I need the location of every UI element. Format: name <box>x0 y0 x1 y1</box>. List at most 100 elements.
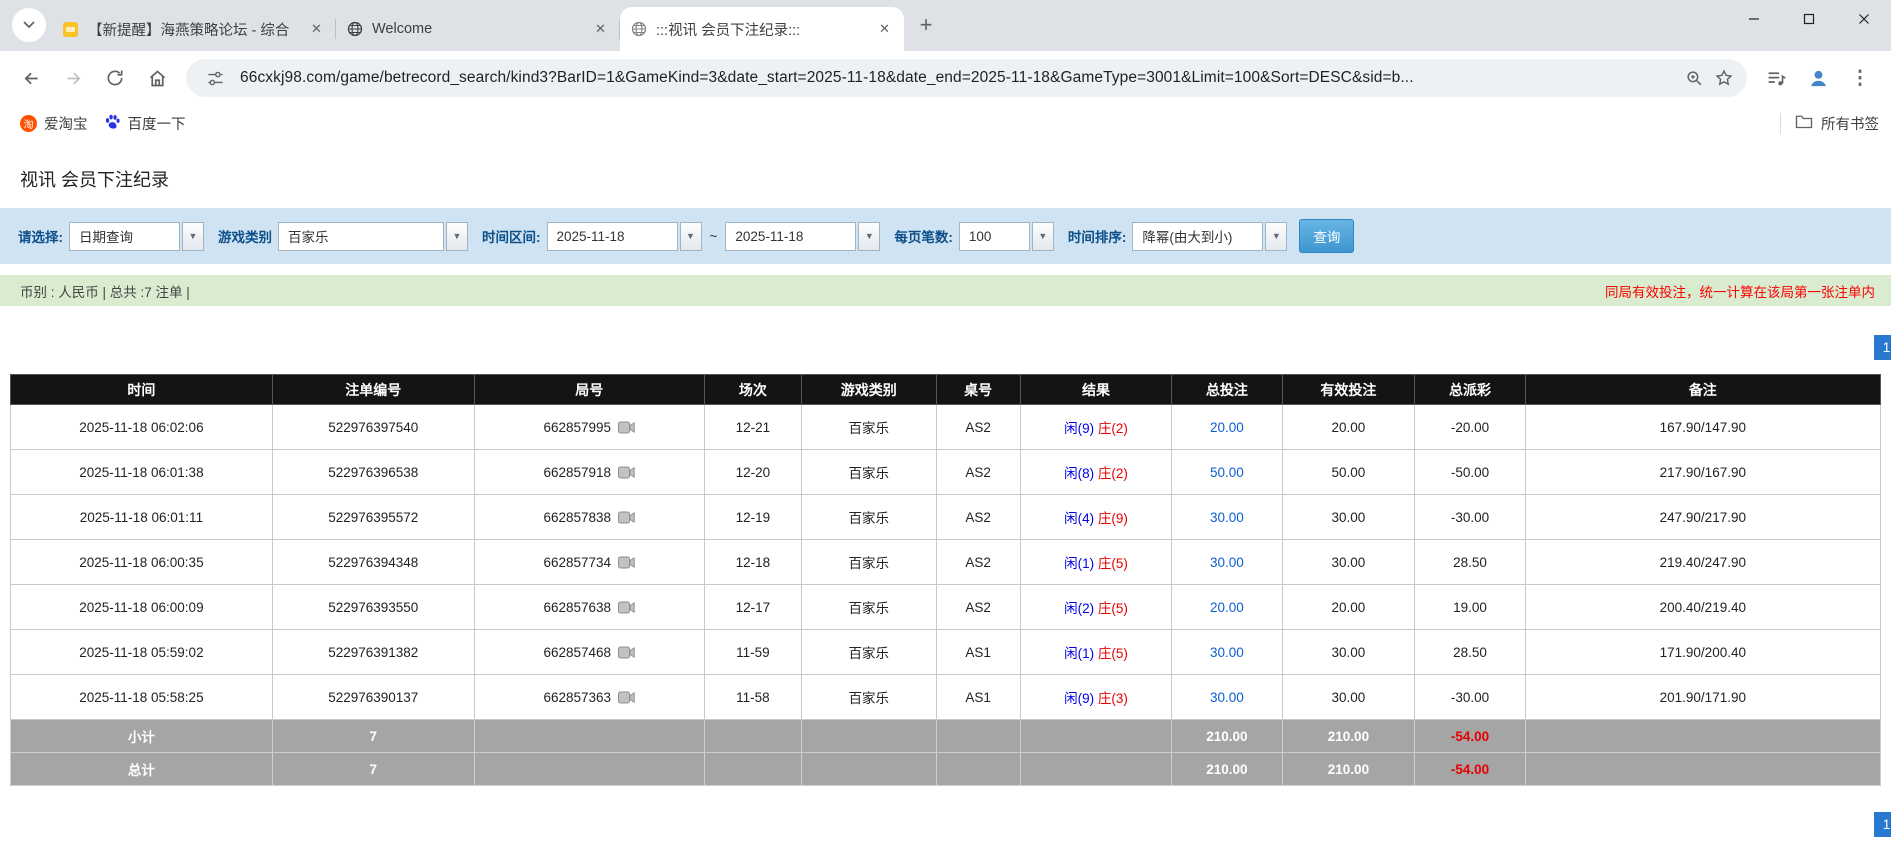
cell-payout: 28.50 <box>1414 629 1526 675</box>
round-id: 662857995 <box>543 419 612 435</box>
tab-title: :::视讯 会员下注纪录::: <box>656 22 801 39</box>
chevron-down-icon[interactable]: ▼ <box>679 221 702 251</box>
profile-avatar-icon[interactable] <box>1799 59 1837 97</box>
cell-table-no: AS2 <box>935 494 1021 540</box>
result-player: 闲(1) <box>1064 646 1095 661</box>
cell-table-no: AS2 <box>935 584 1021 630</box>
video-camera-icon[interactable] <box>618 466 635 479</box>
cell-time: 2025-11-18 06:02:06 <box>10 404 273 450</box>
url-bar[interactable]: 66cxkj98.com/game/betrecord_search/kind3… <box>186 59 1747 97</box>
date-start-combo[interactable]: 2025-11-18 ▼ <box>546 221 702 251</box>
result-player: 闲(4) <box>1064 511 1095 526</box>
reload-icon[interactable] <box>96 59 134 97</box>
sort-value: 降幂(由大到小) <box>1132 221 1264 251</box>
game-type-value: 百家乐 <box>278 221 444 251</box>
close-tab-icon[interactable]: ✕ <box>307 20 326 39</box>
tab-bet-records[interactable]: :::视讯 会员下注纪录::: ✕ <box>620 7 904 51</box>
page-1-button[interactable]: 1 <box>1874 335 1891 360</box>
sort-combo[interactable]: 降幂(由大到小) ▼ <box>1132 221 1288 251</box>
close-tab-icon[interactable]: ✕ <box>875 20 894 39</box>
home-icon[interactable] <box>138 59 176 97</box>
all-bookmarks[interactable]: 所有书签 <box>1780 113 1879 134</box>
chevron-down-icon <box>23 21 35 29</box>
chevron-down-icon[interactable]: ▼ <box>1265 221 1288 251</box>
summary-left: 币别 : 人民币 | 总共 :7 注单 | <box>20 284 190 300</box>
header-time: 时间 <box>10 374 273 405</box>
header-bet-id: 注单编号 <box>271 374 475 405</box>
summary-note: 同局有效投注，统一计算在该局第一张注单内 <box>1605 284 1875 300</box>
table-row: 2025-11-18 06:02:06 522976397540 662857995… <box>10 404 1882 450</box>
cell-session: 12-18 <box>703 539 802 585</box>
cell-game-type: 百家乐 <box>800 674 937 720</box>
chevron-down-icon[interactable]: ▼ <box>446 221 468 251</box>
bookmark-star-icon[interactable] <box>1709 63 1739 93</box>
close-tab-icon[interactable]: ✕ <box>591 20 610 39</box>
pagination-top: 1 <box>0 335 1891 360</box>
total-bet-link[interactable]: 30.00 <box>1210 690 1244 705</box>
browser-menu-icon[interactable]: ⋮ <box>1841 59 1879 97</box>
cell-session: 11-59 <box>703 629 802 675</box>
total-bet-link[interactable]: 20.00 <box>1210 420 1244 435</box>
total-bet-link[interactable]: 30.00 <box>1210 555 1244 570</box>
game-type-combo[interactable]: 百家乐 ▼ <box>278 221 468 251</box>
cell-remark: 247.90/217.90 <box>1524 494 1882 540</box>
date-end-combo[interactable]: 2025-11-18 ▼ <box>725 221 881 251</box>
cell-payout: 28.50 <box>1414 539 1526 585</box>
cell-time: 2025-11-18 05:58:25 <box>10 674 273 720</box>
video-camera-icon[interactable] <box>618 511 635 524</box>
zoom-icon[interactable] <box>1679 63 1709 93</box>
page-size-combo[interactable]: 100 ▼ <box>958 221 1054 251</box>
tab-forum[interactable]: 【新提醒】海燕策略论坛 - 综合 ✕ <box>52 7 336 51</box>
total-bet-link[interactable]: 20.00 <box>1210 600 1244 615</box>
round-id: 662857734 <box>543 554 612 570</box>
tab-welcome[interactable]: Welcome ✕ <box>336 7 620 51</box>
total-bet-link[interactable]: 50.00 <box>1210 465 1244 480</box>
bookmark-baidu[interactable]: 百度一下 <box>96 109 194 138</box>
cell-total-bet: 30.00 <box>1171 629 1283 675</box>
cell-bet-id: 522976391382 <box>271 629 475 675</box>
new-tab-button[interactable]: + <box>910 9 942 41</box>
cell-result: 闲(8) 庄(2) <box>1019 449 1173 495</box>
cell-session: 11-58 <box>703 674 802 720</box>
globe-icon <box>630 21 647 38</box>
table-body: 2025-11-18 06:02:06 522976397540 662857995… <box>10 404 1882 720</box>
total-bet-link[interactable]: 30.00 <box>1210 645 1244 660</box>
video-camera-icon[interactable] <box>618 691 635 704</box>
cell-game-type: 百家乐 <box>800 449 937 495</box>
filter-bar: 请选择: 日期查询 ▼ 游戏类别 百家乐 ▼ 时间区间: 2025-11-18 … <box>0 208 1891 264</box>
total-bet-link[interactable]: 30.00 <box>1210 510 1244 525</box>
video-camera-icon[interactable] <box>618 646 635 659</box>
back-icon[interactable] <box>12 59 50 97</box>
cell-total-bet: 20.00 <box>1171 404 1283 450</box>
table-row: 2025-11-18 05:59:02 522976391382 662857468… <box>10 629 1882 675</box>
cell-result: 闲(1) 庄(5) <box>1019 539 1173 585</box>
page-1-button[interactable]: 1 <box>1874 812 1891 837</box>
tab-search-button[interactable] <box>12 8 46 42</box>
chevron-down-icon[interactable]: ▼ <box>1031 221 1054 251</box>
forward-icon[interactable] <box>54 59 92 97</box>
cell-session: 12-21 <box>703 404 802 450</box>
table-row: 2025-11-18 05:58:25 522976390137 662857363… <box>10 674 1882 720</box>
minimize-button[interactable] <box>1726 0 1781 37</box>
search-button[interactable]: 查询 <box>1299 219 1355 253</box>
cell-game-type: 百家乐 <box>800 539 937 585</box>
date-separator: ~ <box>709 228 718 244</box>
tab-bar: 【新提醒】海燕策略论坛 - 综合 ✕ Welcome ✕ :::视讯 会员下注纪… <box>0 0 1891 51</box>
total-count: 7 <box>271 752 475 786</box>
chevron-down-icon[interactable]: ▼ <box>182 221 204 251</box>
result-banker: 庄(2) <box>1097 421 1128 436</box>
bookmark-taobao[interactable]: 淘 爱淘宝 <box>12 109 96 138</box>
header-valid-bet: 有效投注 <box>1281 374 1416 405</box>
video-camera-icon[interactable] <box>618 601 635 614</box>
maximize-button[interactable] <box>1781 0 1836 37</box>
close-window-button[interactable] <box>1836 0 1891 37</box>
subtotal-row: 小计 7 210.00 210.00 -54.00 <box>10 719 1882 753</box>
url-text[interactable]: 66cxkj98.com/game/betrecord_search/kind3… <box>240 69 1669 87</box>
media-controls-icon[interactable] <box>1757 59 1795 97</box>
video-camera-icon[interactable] <box>618 556 635 569</box>
table-row: 2025-11-18 06:01:11 522976395572 662857838… <box>10 494 1882 540</box>
chevron-down-icon[interactable]: ▼ <box>858 221 881 251</box>
site-settings-icon[interactable] <box>200 63 230 93</box>
query-type-combo[interactable]: 日期查询 ▼ <box>69 221 204 251</box>
video-camera-icon[interactable] <box>618 421 635 434</box>
